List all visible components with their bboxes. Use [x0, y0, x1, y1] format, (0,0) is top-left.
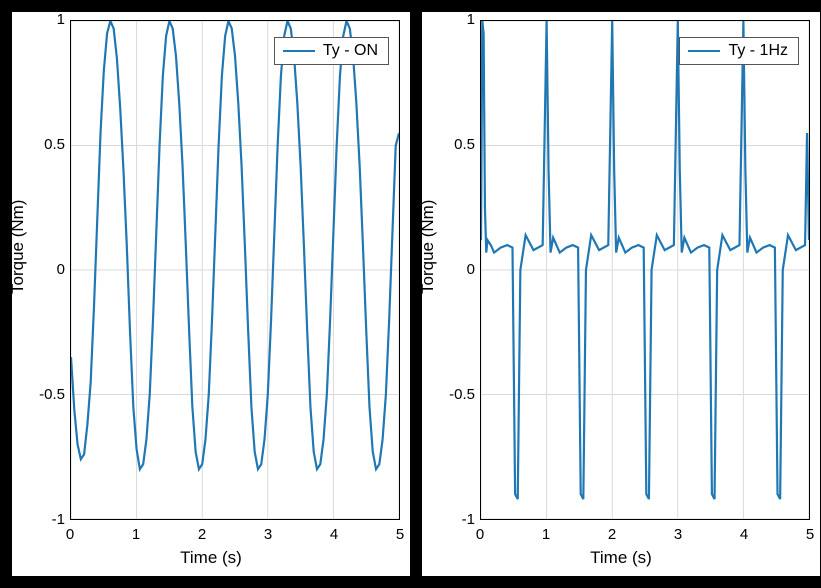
ytick-label: -0.5 [15, 386, 65, 403]
legend-left: Ty - ON [274, 37, 389, 65]
ylabel-right: Torque (Nm) [418, 200, 438, 294]
legend-label-right: Ty - 1Hz [728, 42, 788, 60]
series-ty-1hz [481, 21, 809, 499]
xtick-label: 2 [592, 526, 632, 543]
xtick-label: 4 [314, 526, 354, 543]
xlabel-left: Time (s) [12, 548, 410, 568]
legend-swatch-right [688, 50, 720, 52]
ytick-label: 0.5 [15, 136, 65, 153]
plot-svg-right [481, 21, 809, 519]
ytick-label: 1 [15, 11, 65, 28]
ylabel-left: Torque (Nm) [8, 200, 28, 294]
xlabel-right: Time (s) [422, 548, 820, 568]
xtick-label: 1 [116, 526, 156, 543]
legend-label-left: Ty - ON [323, 42, 378, 60]
xtick-label: 4 [724, 526, 764, 543]
ytick-label: -0.5 [425, 386, 475, 403]
series-ty-on [71, 21, 399, 469]
ytick-label: 0.5 [425, 136, 475, 153]
ytick-label: 1 [425, 11, 475, 28]
plot-svg-left [71, 21, 399, 519]
legend-swatch-left [283, 50, 315, 52]
chart-panel-right: Ty - 1Hz -1-0.500.51 012345 Time (s) Tor… [422, 12, 820, 576]
xtick-label: 2 [182, 526, 222, 543]
xtick-label: 5 [380, 526, 420, 543]
xtick-label: 0 [460, 526, 500, 543]
legend-right: Ty - 1Hz [679, 37, 799, 65]
xtick-label: 3 [658, 526, 698, 543]
plot-area-left: Ty - ON [70, 20, 400, 520]
chart-panel-left: Ty - ON -1-0.500.51 012345 Time (s) Torq… [12, 12, 410, 576]
xtick-label: 0 [50, 526, 90, 543]
xtick-label: 1 [526, 526, 566, 543]
plot-area-right: Ty - 1Hz [480, 20, 810, 520]
xtick-label: 3 [248, 526, 288, 543]
xtick-label: 5 [790, 526, 821, 543]
